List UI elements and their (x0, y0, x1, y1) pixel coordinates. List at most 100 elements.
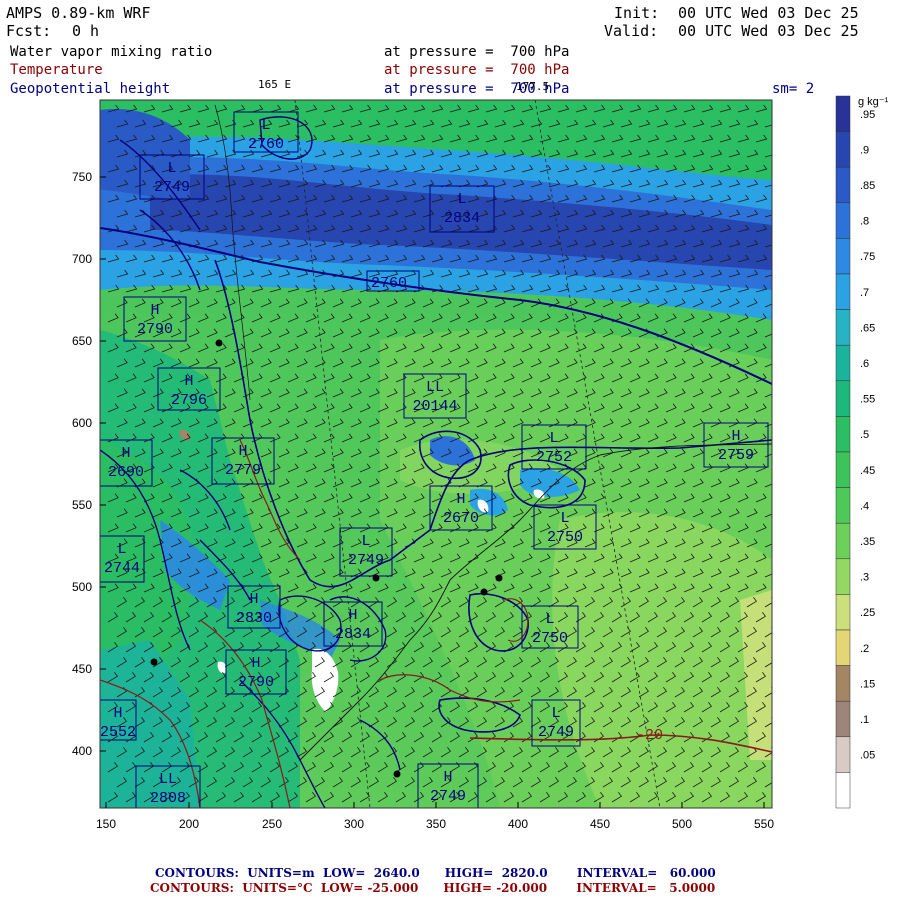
colorbar-tick-label: .75 (860, 251, 875, 263)
x-tick-label: 300 (344, 817, 364, 831)
colorbar-tick-label: .65 (860, 322, 875, 334)
colorbar-swatch (835, 238, 851, 275)
colorbar-units: g kg⁻¹ (858, 96, 889, 108)
y-tick-label: 650 (72, 334, 92, 348)
extremum-type: H (113, 705, 122, 722)
extremum-value: 2670 (443, 510, 479, 527)
extremum-value: 2749 (538, 724, 574, 741)
station-marker (495, 574, 503, 582)
extremum-value: 2552 (100, 724, 136, 741)
extremum-type: L (261, 117, 270, 134)
extremum-value: 2749 (348, 552, 384, 569)
colorbar-swatch (835, 451, 851, 488)
colorbar-swatch (835, 380, 851, 417)
y-tick-label: 750 (72, 170, 92, 184)
colorbar-tick-label: .05 (860, 750, 875, 762)
colorbar-tick-label: .9 (860, 144, 869, 156)
x-tick-label: 150 (96, 817, 116, 831)
extremum-value: 2759 (718, 447, 754, 464)
y-tick-label: 550 (72, 498, 92, 512)
extremum-value: 2830 (236, 610, 272, 627)
extremum-type: L (117, 541, 126, 558)
y-tick-label: 400 (72, 744, 92, 758)
extremum-type: LL (159, 771, 177, 788)
contour-label-2760: 2760 (371, 275, 407, 292)
extremum-type: H (249, 591, 258, 608)
colorbar-swatch (835, 629, 851, 666)
extremum-value: 20144 (412, 398, 457, 415)
y-tick-label: 500 (72, 580, 92, 594)
extremum-type: L (361, 533, 370, 550)
x-tick-label: 400 (508, 817, 528, 831)
colorbar-swatch (835, 166, 851, 204)
station-marker (480, 588, 488, 596)
extremum-value: 2790 (238, 674, 274, 691)
colorbar-tick-label: .7 (860, 287, 869, 299)
colorbar: .95 .9 .85 .8 .75 .7 .65 .6 .55 .5 .45 .4 .35 .3 .25 .2… (835, 95, 875, 809)
extremum-type: L (167, 160, 176, 177)
extremum-type: H (348, 607, 357, 624)
colorbar-swatch (835, 416, 851, 453)
colorbar-swatch (835, 665, 851, 702)
extremum-value: 2796 (171, 392, 207, 409)
y-tick-label: 600 (72, 416, 92, 430)
colorbar-swatch (835, 131, 851, 168)
colorbar-tick-label: .2 (860, 643, 869, 655)
colorbar-swatch (835, 558, 851, 595)
extremum-type: H (443, 769, 452, 786)
extremum-type: H (731, 428, 740, 445)
x-tick-label: 550 (754, 817, 774, 831)
extremum-value: 2752 (536, 449, 572, 466)
colorbar-swatch (835, 594, 851, 631)
extremum-value: 2749 (430, 788, 466, 805)
colorbar-swatch (835, 202, 851, 239)
footer-temperature-contours: CONTOURS: UNITS=°C LOW= -25.000 HIGH= -2… (150, 881, 716, 895)
extremum-type: LL (426, 379, 444, 396)
map-figure: L2760L2749L2834H2790H2796LL20144L2752H27… (72, 95, 889, 831)
extremum-type: L (545, 611, 554, 628)
extremum-value: 2808 (150, 790, 186, 807)
colorbar-tick-label: .1 (860, 714, 869, 726)
colorbar-tick-label: .85 (860, 180, 875, 192)
extremum-type: L (457, 191, 466, 208)
extremum-type: H (150, 302, 159, 319)
colorbar-swatch (835, 309, 851, 346)
station-marker (150, 658, 158, 666)
colorbar-tick-label: .3 (860, 572, 869, 584)
x-tick-label: 200 (179, 817, 199, 831)
extremum-value: 2690 (108, 464, 144, 481)
extremum-value: 2779 (225, 462, 261, 479)
colorbar-swatch (835, 522, 851, 560)
colorbar-swatch (835, 95, 851, 132)
y-tick-label: 450 (72, 662, 92, 676)
colorbar-tick-label: .25 (860, 607, 875, 619)
extremum-value: 2834 (444, 210, 480, 227)
x-tick-label: 500 (672, 817, 692, 831)
extremum-type: L (549, 430, 558, 447)
extremum-type: L (551, 705, 560, 722)
extremum-value: 2744 (104, 560, 140, 577)
colorbar-tick-label: .15 (860, 678, 875, 690)
x-tick-label: 450 (590, 817, 610, 831)
extremum-type: H (238, 443, 247, 460)
extremum-value: 2790 (137, 321, 173, 338)
colorbar-tick-label: .6 (860, 358, 869, 370)
extremum-value: 2834 (335, 626, 371, 643)
colorbar-swatch (835, 273, 851, 310)
x-tick-label: 350 (426, 817, 446, 831)
mixing-ratio-field: L2760L2749L2834H2790H2796LL20144L2752H27… (100, 100, 772, 808)
extremum-type: H (251, 655, 260, 672)
extremum-value: 2750 (532, 630, 568, 647)
extremum-type: L (560, 510, 569, 527)
colorbar-tick-label: .95 (860, 109, 875, 121)
station-marker (215, 339, 223, 347)
y-tick-label: 700 (72, 252, 92, 266)
colorbar-tick-label: .35 (860, 536, 875, 548)
extremum-type: H (121, 445, 130, 462)
extremum-value: 2750 (547, 529, 583, 546)
extremum-type: H (184, 373, 193, 390)
colorbar-tick-label: .8 (860, 216, 869, 228)
contour-label-minus20: -20 (636, 727, 663, 744)
colorbar-tick-label: .5 (860, 429, 869, 441)
extremum-value: 2749 (154, 179, 190, 196)
